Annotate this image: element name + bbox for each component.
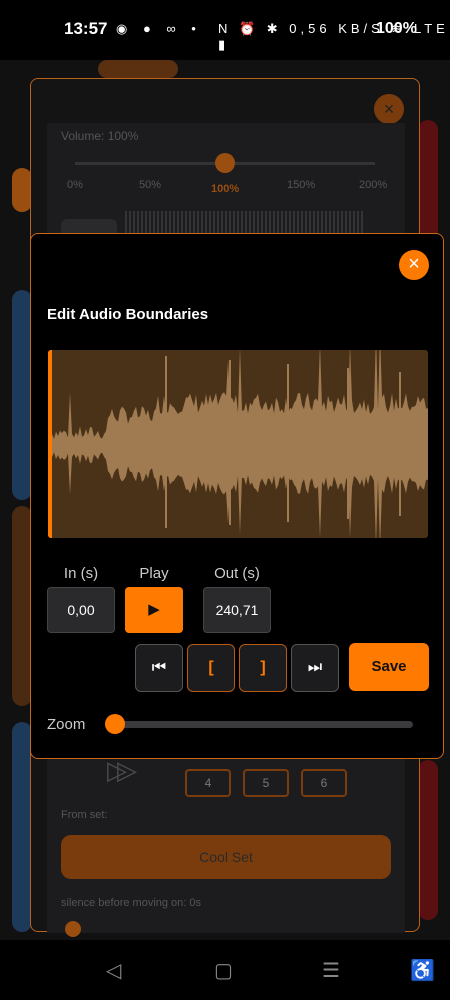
volume-thumb — [215, 153, 235, 173]
in-time-field[interactable]: 0,00 — [47, 587, 115, 633]
recents-icon[interactable]: ☰ — [322, 958, 340, 983]
silence-slider-thumb — [65, 921, 81, 937]
background-close-icon: × — [374, 94, 404, 124]
volume-tick: 200% — [359, 179, 388, 191]
waveform-display[interactable] — [48, 350, 428, 538]
in-label: In (s) — [63, 565, 99, 582]
in-boundary-marker[interactable] — [48, 350, 52, 538]
skip-start-icon: ⏮ — [151, 659, 167, 676]
out-time-field[interactable]: 240,71 — [203, 587, 271, 633]
notification-icons: ◉ ● ∞ • — [116, 21, 202, 36]
home-icon[interactable]: ▢ — [214, 958, 233, 983]
bg-blue-block-2 — [12, 722, 32, 932]
volume-label: Volume: 100% — [61, 129, 139, 143]
waveform-shape — [48, 350, 428, 538]
skip-to-start-button[interactable]: ⏮ — [135, 644, 183, 692]
dialog-title: Edit Audio Boundaries — [47, 306, 209, 323]
bg-red-block-2 — [418, 760, 438, 920]
bracket-open-icon: [ — [208, 659, 214, 676]
set-in-button[interactable]: [ — [187, 644, 235, 692]
status-time: 13:57 — [64, 19, 108, 38]
number-button: 4 — [185, 769, 231, 797]
accessibility-icon[interactable]: ♿ — [410, 958, 435, 983]
status-bar: 13:57 ◉ ● ∞ • N ⏰ ✱ 0,56 KB/S ≋ LTE ▮ 10… — [0, 0, 450, 60]
zoom-label: Zoom — [47, 716, 86, 733]
cool-set-button: Cool Set — [61, 835, 391, 879]
volume-tick: 150% — [287, 179, 316, 191]
play-label: Play — [139, 565, 169, 582]
fast-forward-icon: ▷▷ — [107, 755, 137, 785]
volume-tick: 50% — [139, 179, 162, 191]
bracket-close-icon: ] — [260, 659, 266, 676]
play-button[interactable]: ▶ — [125, 587, 183, 633]
battery-level: 100% — [376, 20, 417, 37]
volume-tick-active: 100% — [211, 183, 240, 195]
navigation-bar: ◁ ▢ ☰ ♿ — [0, 940, 450, 1000]
volume-tick: 0% — [67, 179, 83, 191]
number-button: 5 — [243, 769, 289, 797]
number-button: 6 — [301, 769, 347, 797]
save-button[interactable]: Save — [349, 643, 429, 691]
bg-blue-block — [12, 290, 32, 500]
zoom-slider-thumb[interactable] — [105, 714, 125, 734]
bg-brown-block — [12, 506, 32, 706]
from-set-label: From set: — [61, 809, 108, 821]
silence-label: silence before moving on: 0s — [61, 897, 202, 909]
close-icon[interactable]: × — [399, 250, 429, 280]
skip-to-end-button[interactable]: ⏭ — [291, 644, 339, 692]
bg-top-tab — [98, 60, 178, 78]
waveform-graphic — [48, 350, 428, 538]
play-icon: ▶ — [148, 601, 160, 618]
bg-orange-block — [12, 168, 32, 212]
bg-red-block — [418, 120, 438, 240]
zoom-slider-track[interactable] — [107, 721, 413, 728]
skip-end-icon: ⏭ — [307, 659, 323, 676]
set-out-button[interactable]: ] — [239, 644, 287, 692]
back-icon[interactable]: ◁ — [106, 958, 121, 983]
out-label: Out (s) — [214, 565, 260, 582]
edit-audio-boundaries-dialog: × Edit Audio Boundaries In (s) Play Out … — [30, 233, 444, 759]
